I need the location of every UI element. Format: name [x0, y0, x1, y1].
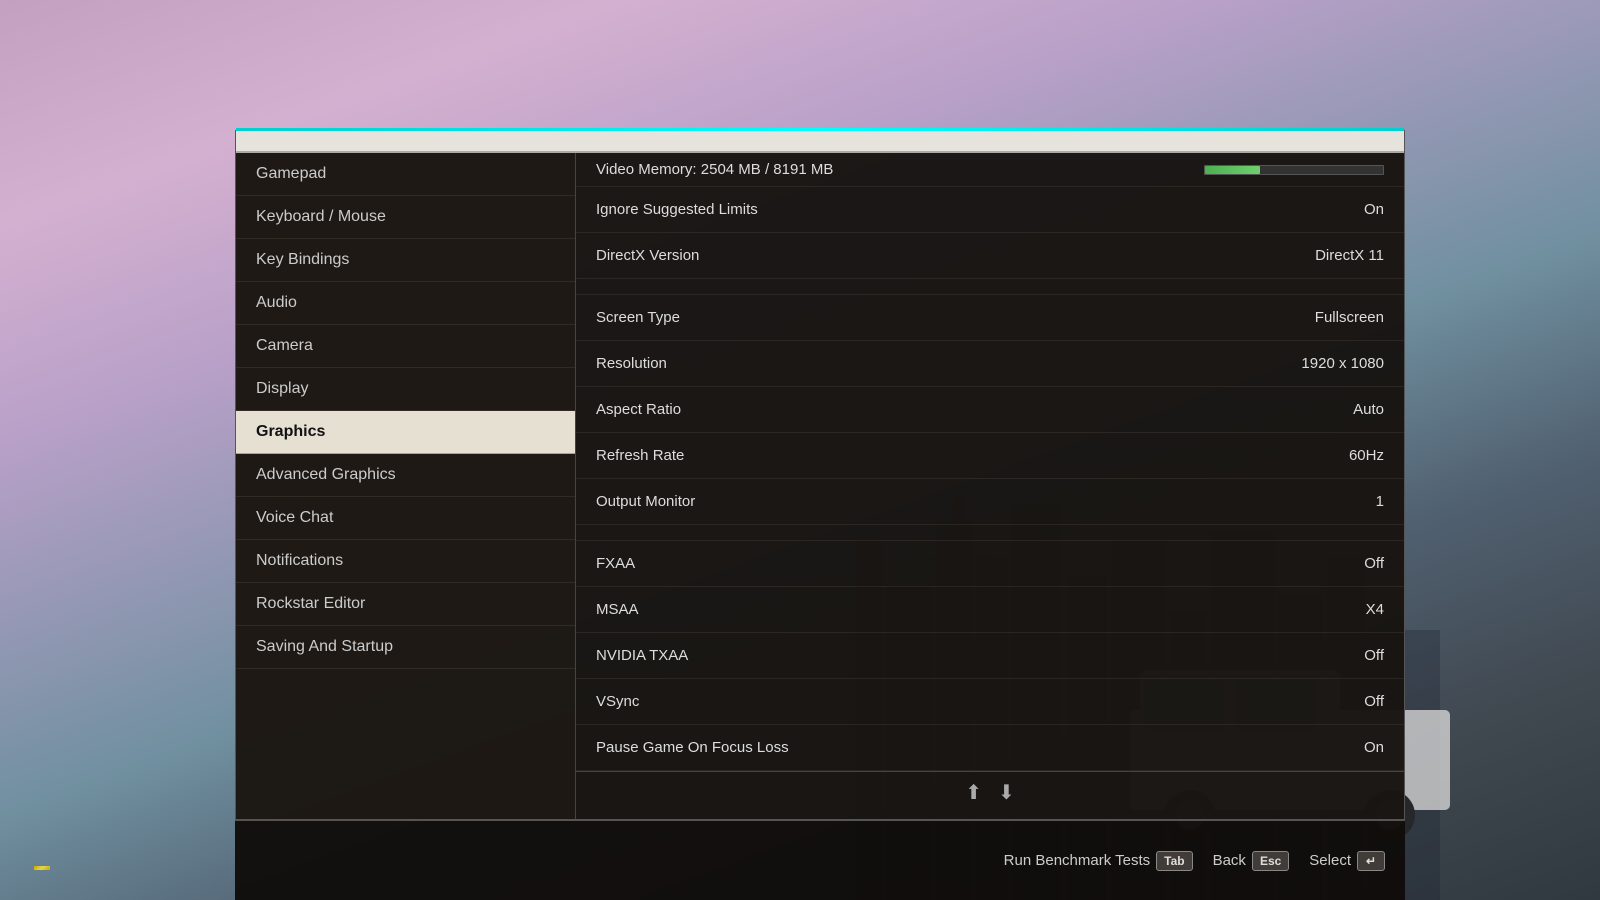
key-badge-benchmark: Tab [1156, 851, 1192, 871]
settings-body: GamepadKeyboard / MouseKey BindingsAudio… [236, 153, 1404, 819]
setting-label-screen-type: Screen Type [596, 309, 680, 326]
menu-item-camera[interactable]: Camera [236, 325, 575, 368]
setting-value-fxaa: Off [1364, 555, 1384, 572]
setting-row-nvidia-txaa[interactable]: NVIDIA TXAA Off [576, 633, 1404, 679]
setting-label-nvidia-txaa: NVIDIA TXAA [596, 647, 688, 664]
setting-row-fxaa[interactable]: FXAA Off [576, 541, 1404, 587]
menu-item-notifications[interactable]: Notifications [236, 540, 575, 583]
setting-value-aspect-ratio: Auto [1353, 401, 1384, 418]
setting-label-vsync: VSync [596, 693, 639, 710]
setting-label-directx-version: DirectX Version [596, 247, 699, 264]
settings-title [236, 131, 1404, 153]
setting-value-directx-version: DirectX 11 [1315, 247, 1384, 264]
setting-value-vsync: Off [1364, 693, 1384, 710]
setting-label-fxaa: FXAA [596, 555, 635, 572]
toolbar-label-benchmark: Run Benchmark Tests [1004, 852, 1150, 869]
setting-value-ignore-suggested-limits: On [1364, 201, 1384, 218]
menu-item-gamepad[interactable]: Gamepad [236, 153, 575, 196]
menu-item-key-bindings[interactable]: Key Bindings [236, 239, 575, 282]
setting-label-output-monitor: Output Monitor [596, 493, 695, 510]
toolbar-label-select: Select [1309, 852, 1351, 869]
vram-row: Video Memory: 2504 MB / 8191 MB [576, 153, 1404, 187]
menu-sidebar: GamepadKeyboard / MouseKey BindingsAudio… [236, 153, 576, 819]
setting-value-msaa: X4 [1366, 601, 1384, 618]
menu-item-audio[interactable]: Audio [236, 282, 575, 325]
setting-row-output-monitor[interactable]: Output Monitor 1 [576, 479, 1404, 525]
menu-item-advanced-graphics[interactable]: Advanced Graphics [236, 454, 575, 497]
setting-value-pause-game: On [1364, 739, 1384, 756]
setting-label-resolution: Resolution [596, 355, 667, 372]
setting-label-ignore-suggested-limits: Ignore Suggested Limits [596, 201, 758, 218]
scroll-up-icon[interactable]: ⬆ [957, 780, 990, 805]
menu-item-rockstar-editor[interactable]: Rockstar Editor [236, 583, 575, 626]
setting-row-refresh-rate[interactable]: Refresh Rate 60Hz [576, 433, 1404, 479]
toolbar-label-back: Back [1213, 852, 1246, 869]
setting-row-vsync[interactable]: VSync Off [576, 679, 1404, 725]
setting-value-output-monitor: 1 [1376, 493, 1384, 510]
setting-label-pause-game: Pause Game On Focus Loss [596, 739, 789, 756]
content-area: Video Memory: 2504 MB / 8191 MB Ignore S… [576, 153, 1404, 819]
setting-row-directx-version[interactable]: DirectX Version DirectX 11 [576, 233, 1404, 279]
scroll-arrows: ⬆⬇ [576, 771, 1404, 813]
vram-bar-fill [1205, 166, 1260, 174]
gta-v-badge [34, 866, 50, 870]
bottom-toolbar: Run Benchmark Tests Tab Back Esc Select … [235, 820, 1405, 900]
menu-item-keyboard-mouse[interactable]: Keyboard / Mouse [236, 196, 575, 239]
setting-row-aspect-ratio[interactable]: Aspect Ratio Auto [576, 387, 1404, 433]
setting-value-screen-type: Fullscreen [1315, 309, 1384, 326]
setting-row-resolution[interactable]: Resolution 1920 x 1080 [576, 341, 1404, 387]
menu-item-voice-chat[interactable]: Voice Chat [236, 497, 575, 540]
menu-item-graphics[interactable]: Graphics [236, 411, 575, 454]
gta-logo [30, 866, 50, 870]
setting-label-refresh-rate: Refresh Rate [596, 447, 684, 464]
toolbar-action-back[interactable]: Back Esc [1213, 851, 1290, 871]
key-badge-select: ↵ [1357, 851, 1385, 871]
key-badge-back: Esc [1252, 851, 1289, 871]
setting-spacer-spacer2 [576, 525, 1404, 541]
vram-bar [1204, 165, 1384, 175]
setting-value-nvidia-txaa: Off [1364, 647, 1384, 664]
setting-spacer-spacer1 [576, 279, 1404, 295]
settings-panel: GamepadKeyboard / MouseKey BindingsAudio… [235, 130, 1405, 820]
menu-item-saving-startup[interactable]: Saving And Startup [236, 626, 575, 669]
toolbar-action-select[interactable]: Select ↵ [1309, 851, 1385, 871]
setting-row-pause-game[interactable]: Pause Game On Focus Loss On [576, 725, 1404, 771]
menu-item-display[interactable]: Display [236, 368, 575, 411]
setting-label-aspect-ratio: Aspect Ratio [596, 401, 681, 418]
setting-row-screen-type[interactable]: Screen Type Fullscreen [576, 295, 1404, 341]
scroll-down-icon[interactable]: ⬇ [990, 780, 1023, 805]
toolbar-action-benchmark[interactable]: Run Benchmark Tests Tab [1004, 851, 1193, 871]
setting-value-resolution: 1920 x 1080 [1301, 355, 1384, 372]
setting-value-refresh-rate: 60Hz [1349, 447, 1384, 464]
setting-row-msaa[interactable]: MSAA X4 [576, 587, 1404, 633]
setting-row-ignore-suggested-limits[interactable]: Ignore Suggested Limits On [576, 187, 1404, 233]
vram-label: Video Memory: 2504 MB / 8191 MB [596, 161, 833, 178]
setting-label-msaa: MSAA [596, 601, 639, 618]
